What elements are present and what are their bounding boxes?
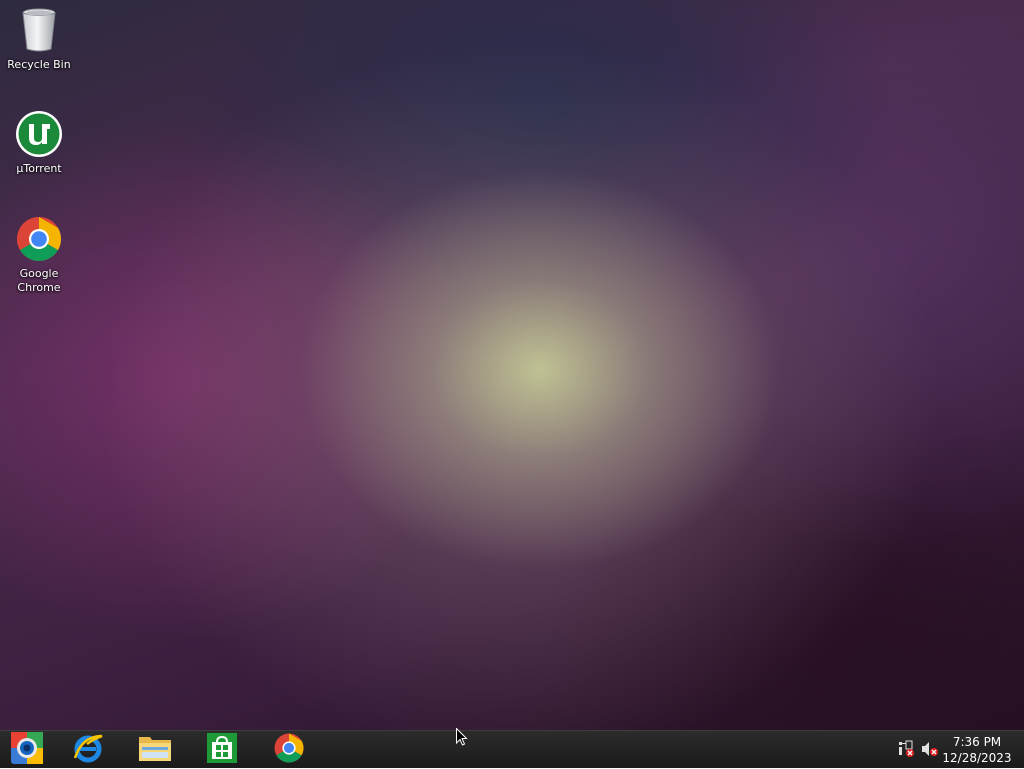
- taskbar-google-chrome[interactable]: [262, 732, 316, 768]
- desktop-icon-label: Google Chrome: [17, 267, 61, 294]
- file-explorer-icon: [138, 733, 172, 767]
- windows-store-icon: [207, 733, 237, 767]
- desktop-icon-utorrent[interactable]: µTorrent: [1, 110, 77, 176]
- volume-muted-icon[interactable]: [921, 739, 939, 759]
- utorrent-icon: [15, 110, 63, 158]
- desktop-background[interactable]: Recycle Bin µTorrent Google Chrome: [0, 0, 1024, 730]
- mouse-pointer-icon: [456, 727, 468, 746]
- internet-explorer-icon: [72, 732, 104, 768]
- start-orb-icon: [10, 731, 44, 769]
- taskbar-windows-store[interactable]: [195, 732, 249, 768]
- network-status-icon[interactable]: [897, 739, 915, 759]
- recycle-bin-icon: [15, 6, 63, 54]
- desktop-icon-google-chrome[interactable]: Google Chrome: [1, 215, 77, 295]
- google-chrome-icon: [15, 215, 63, 263]
- desktop-icon-recycle-bin[interactable]: Recycle Bin: [1, 6, 77, 72]
- desktop-icon-label: Recycle Bin: [7, 58, 71, 71]
- start-button[interactable]: [0, 732, 54, 768]
- google-chrome-icon: [274, 733, 304, 767]
- taskbar-file-explorer[interactable]: [128, 732, 182, 768]
- clock-time: 7:36 PM: [952, 735, 1002, 749]
- taskbar-internet-explorer[interactable]: [61, 732, 115, 768]
- taskbar: 7:36 PM 12/28/2023: [0, 730, 1024, 768]
- taskbar-clock[interactable]: 7:36 PM 12/28/2023: [940, 734, 1014, 766]
- clock-date: 12/28/2023: [942, 751, 1012, 765]
- desktop-icon-label: µTorrent: [16, 162, 62, 175]
